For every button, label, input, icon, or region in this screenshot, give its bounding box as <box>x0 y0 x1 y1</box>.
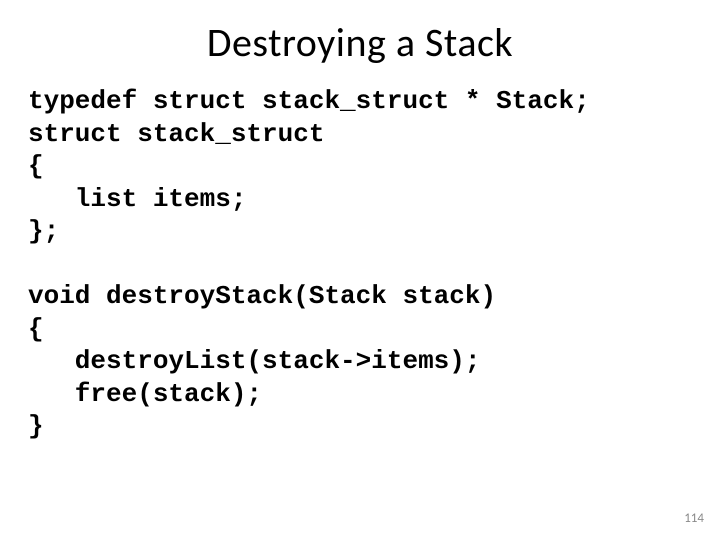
page-number: 114 <box>684 511 704 526</box>
code-block: typedef struct stack_struct * Stack; str… <box>0 77 720 443</box>
slide-title: Destroying a Stack <box>0 0 720 77</box>
slide: Destroying a Stack typedef struct stack_… <box>0 0 720 540</box>
